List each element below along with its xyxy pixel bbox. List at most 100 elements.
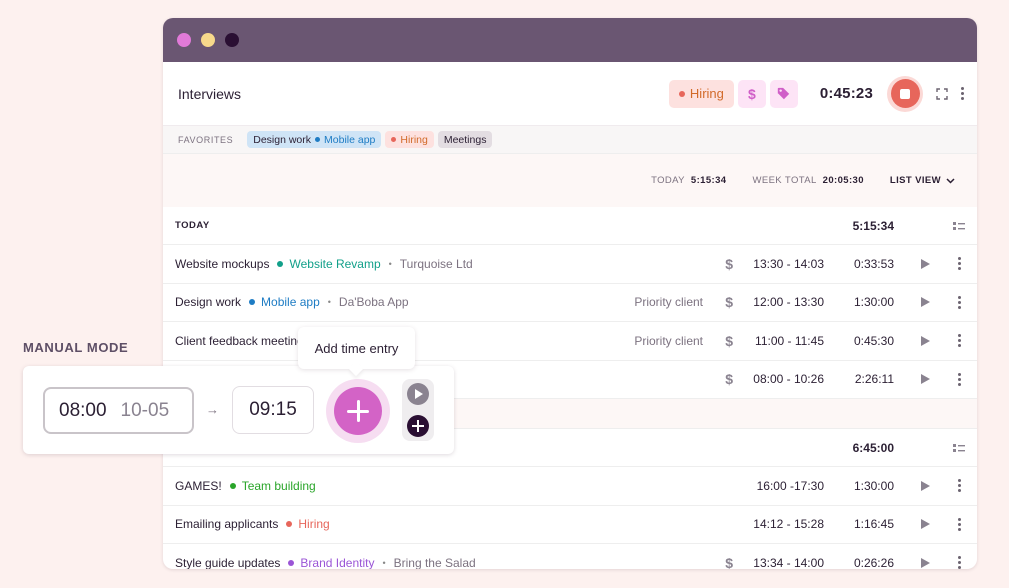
- day-group-total: 5:15:34: [852, 218, 894, 233]
- entry-duration[interactable]: 1:30:00: [854, 295, 894, 309]
- billable-dollar-icon[interactable]: $: [725, 555, 733, 569]
- entry-client: Da'Boba App: [338, 295, 409, 310]
- favorite-description: Meetings: [443, 133, 487, 146]
- favorite-project: Mobile app: [324, 133, 376, 146]
- entry-description[interactable]: Design work: [175, 295, 241, 309]
- entry-client: Bring the Salad: [393, 555, 476, 569]
- entry-more-icon[interactable]: [958, 479, 961, 493]
- timer-mode-play-icon[interactable]: [407, 383, 429, 405]
- favorite-item[interactable]: Design work Mobile app: [247, 131, 382, 148]
- time-entry-row[interactable]: Website mockups Website Revamp • Turquoise …: [163, 245, 977, 284]
- separator-dot: •: [388, 258, 392, 269]
- manual-mode-panel: 08:00 10-05 → 09:15: [23, 366, 454, 454]
- maximize-window-button[interactable]: [225, 33, 239, 47]
- more-options-button[interactable]: [959, 87, 965, 100]
- manual-mode-label: MANUAL MODE: [23, 340, 129, 355]
- tooltip-text: Add time entry: [314, 340, 399, 356]
- stop-timer-button[interactable]: [887, 75, 923, 112]
- bulk-edit-icon[interactable]: [953, 221, 965, 230]
- bulk-edit-icon[interactable]: [953, 443, 965, 452]
- entry-project[interactable]: Brand Identity: [288, 556, 374, 569]
- today-label: TODAY: [651, 175, 685, 186]
- start-date: 10-05: [120, 399, 170, 421]
- entry-description[interactable]: GAMES!: [175, 479, 222, 493]
- entry-more-icon[interactable]: [958, 372, 961, 386]
- list-view-dropdown[interactable]: LIST VIEW: [890, 175, 955, 186]
- entry-time-range[interactable]: 13:34 - 14:00: [753, 556, 824, 569]
- entry-duration[interactable]: 2:26:11: [855, 372, 894, 386]
- start-time-input[interactable]: 08:00 10-05: [43, 387, 194, 434]
- continue-play-icon[interactable]: [921, 258, 930, 269]
- project-chip-label: Hiring: [689, 86, 724, 101]
- project-chip[interactable]: Hiring: [668, 79, 734, 108]
- tag-button[interactable]: [769, 79, 798, 108]
- entry-more-icon[interactable]: [958, 257, 961, 271]
- entry-tag[interactable]: Priority client: [634, 295, 703, 309]
- project-color-dot: [678, 90, 685, 97]
- project-name: Brand Identity: [300, 555, 375, 569]
- billable-dollar-icon[interactable]: $: [725, 333, 733, 349]
- entry-project[interactable]: Hiring: [286, 517, 330, 531]
- entry-time-range[interactable]: 13:30 - 14:03: [753, 257, 824, 271]
- continue-play-icon[interactable]: [921, 480, 930, 491]
- favorite-item[interactable]: Meetings: [437, 131, 493, 148]
- app-window: Interviews Hiring $ 0:45:23 FAVORITES De…: [163, 18, 977, 569]
- entry-duration[interactable]: 0:33:53: [854, 257, 894, 271]
- entry-project[interactable]: Mobile app: [249, 295, 320, 309]
- project-color-dot: [286, 521, 293, 528]
- continue-play-icon[interactable]: [921, 297, 930, 308]
- entry-duration[interactable]: 1:30:00: [854, 479, 894, 493]
- continue-play-icon[interactable]: [921, 335, 930, 346]
- time-entry-row[interactable]: Client feedback meeting•Da'Boba AppPrior…: [163, 322, 977, 361]
- entry-time-range[interactable]: 16:00 -17:30: [757, 479, 824, 493]
- entry-duration[interactable]: 0:45:30: [854, 334, 894, 348]
- add-time-entry-tooltip: Add time entry: [298, 327, 415, 369]
- continue-play-icon[interactable]: [921, 519, 930, 530]
- entry-description[interactable]: Emailing applicants: [175, 517, 278, 531]
- plus-icon: [334, 387, 382, 435]
- add-time-entry-button[interactable]: [326, 379, 390, 443]
- billable-dollar-icon[interactable]: $: [725, 371, 733, 387]
- start-time: 08:00: [59, 399, 107, 421]
- time-entry-row[interactable]: GAMES! Team building 16:00 -17:30 1:30:00: [163, 467, 977, 506]
- entry-more-icon[interactable]: [958, 556, 961, 569]
- time-entry-row[interactable]: Emailing applicants Hiring 14:12 - 15:28 1:…: [163, 506, 977, 544]
- entry-duration[interactable]: 0:26:26: [854, 556, 894, 569]
- billable-dollar-icon[interactable]: $: [725, 256, 733, 272]
- favorite-item[interactable]: Hiring: [385, 131, 434, 148]
- description-input[interactable]: Interviews: [178, 86, 669, 102]
- minimize-window-button[interactable]: [201, 33, 215, 47]
- entry-time-range[interactable]: 08:00 - 10:26: [753, 372, 824, 386]
- entry-time-range[interactable]: 11:00 - 11:45: [755, 334, 824, 348]
- expand-icon[interactable]: [936, 87, 948, 100]
- day-group-header: TODAY 5:15:34: [163, 207, 977, 245]
- entry-project[interactable]: Team building: [229, 479, 316, 493]
- entry-tag[interactable]: Priority client: [634, 334, 703, 348]
- manual-mode-plus-icon[interactable]: [407, 415, 429, 437]
- entry-duration[interactable]: 1:16:45: [854, 517, 894, 531]
- billable-button[interactable]: $: [737, 79, 766, 108]
- billable-dollar-icon[interactable]: $: [725, 294, 733, 310]
- mode-toggle[interactable]: [402, 379, 434, 441]
- entry-time-range[interactable]: 12:00 - 13:30: [753, 295, 824, 309]
- entry-description[interactable]: Style guide updates: [175, 556, 280, 569]
- entry-more-icon[interactable]: [958, 517, 961, 531]
- entry-description[interactable]: Website mockups: [175, 257, 269, 271]
- continue-play-icon[interactable]: [921, 557, 930, 568]
- entry-time-range[interactable]: 14:12 - 15:28: [753, 517, 824, 531]
- favorite-project: Hiring: [400, 133, 428, 146]
- continue-play-icon[interactable]: [921, 374, 930, 385]
- entry-description[interactable]: Client feedback meeting: [175, 334, 304, 348]
- end-time-input[interactable]: 09:15: [232, 386, 314, 434]
- entry-more-icon[interactable]: [958, 295, 961, 309]
- close-window-button[interactable]: [177, 33, 191, 47]
- entry-more-icon[interactable]: [958, 334, 961, 348]
- time-entry-row[interactable]: Design work Mobile app • Da'Boba App Priorit…: [163, 284, 977, 322]
- project-name: Mobile app: [261, 295, 320, 310]
- time-entry-row[interactable]: Style guide updates Brand Identity • Bring …: [163, 544, 977, 569]
- day-group-title: TODAY: [175, 220, 210, 231]
- entry-client: Turquoise Ltd: [399, 256, 473, 271]
- entry-project[interactable]: Website Revamp: [277, 257, 381, 271]
- running-timer: 0:45:23: [819, 85, 873, 102]
- tag-icon: [778, 87, 790, 100]
